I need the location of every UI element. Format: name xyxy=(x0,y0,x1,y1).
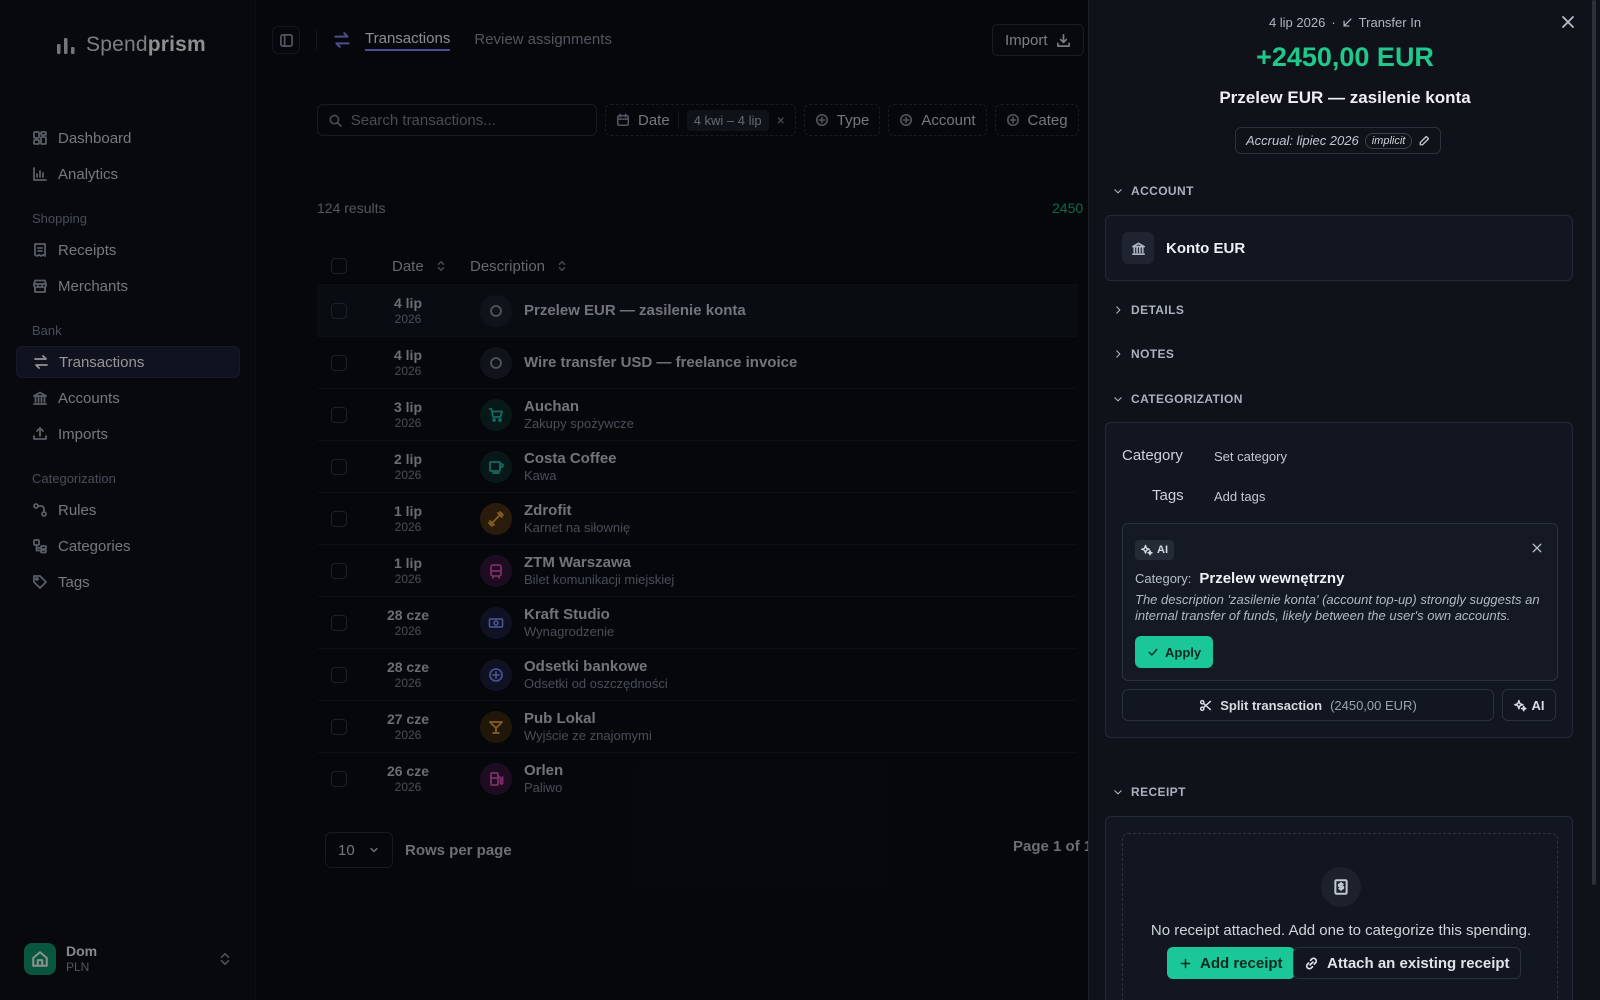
split-transaction-button[interactable]: Split transaction (2450,00 EUR) xyxy=(1122,689,1494,721)
sparkles-icon xyxy=(1141,544,1153,556)
bank-icon xyxy=(1122,232,1154,264)
sparkles-icon xyxy=(1513,699,1527,711)
section-notes-title: NOTES xyxy=(1131,347,1175,361)
attach-existing-receipt-button[interactable]: Attach an existing receipt xyxy=(1293,947,1521,979)
section-receipt-header[interactable]: RECEIPT xyxy=(1113,785,1186,799)
transaction-detail-drawer: 4 lip 2026 · Transfer In +2450,00 EUR Pr… xyxy=(1088,0,1600,1000)
pencil-icon xyxy=(1419,135,1430,145)
accrual-badge: implicit xyxy=(1364,132,1413,149)
ai-category-prefix: Category: xyxy=(1135,571,1192,586)
transaction-meta: 4 lip 2026 · Transfer In xyxy=(1089,15,1600,30)
ai-badge-label: AI xyxy=(1157,544,1168,556)
split-label: Split transaction xyxy=(1220,697,1323,713)
ai-reason: The description 'zasilenie konta' (accou… xyxy=(1135,592,1540,623)
section-receipt-title: RECEIPT xyxy=(1131,785,1186,799)
transaction-title: Przelew EUR — zasilenie konta xyxy=(1219,88,1471,107)
ai-button-label: AI xyxy=(1531,697,1545,713)
section-categorization-header[interactable]: CATEGORIZATION xyxy=(1113,392,1243,406)
categorization-card: Category Set category Tags Add tags AI C… xyxy=(1105,422,1573,738)
account-card[interactable]: Konto EUR xyxy=(1105,215,1573,281)
ai-suggested-category: Category: Przelew wewnętrzny xyxy=(1135,570,1344,587)
chevron-down-icon xyxy=(1114,397,1122,402)
receipt-empty-message: No receipt attached. Add one to categori… xyxy=(1150,922,1532,939)
apply-suggestion-button[interactable]: Apply xyxy=(1135,636,1214,668)
close-icon[interactable] xyxy=(1531,542,1543,554)
accrual-text: Accrual: lipiec 2026 xyxy=(1246,133,1359,148)
section-categorization-title: CATEGORIZATION xyxy=(1131,392,1243,406)
tags-label: Tags xyxy=(1152,487,1184,504)
add-receipt-button[interactable]: Add receipt xyxy=(1167,947,1295,979)
link-icon xyxy=(1305,956,1318,970)
section-details-header[interactable]: DETAILS xyxy=(1113,303,1184,317)
section-notes-header[interactable]: NOTES xyxy=(1113,347,1174,361)
set-category-button[interactable]: Set category xyxy=(1214,449,1287,464)
arrow-down-left-icon xyxy=(1343,18,1352,27)
section-details-title: DETAILS xyxy=(1131,303,1185,317)
add-receipt-label: Add receipt xyxy=(1200,954,1283,972)
split-amount: (2450,00 EUR) xyxy=(1330,697,1417,713)
receipt-dollar-icon xyxy=(1321,867,1361,907)
transaction-date: 4 lip 2026 xyxy=(1268,15,1326,30)
scissors-icon xyxy=(1200,699,1212,711)
category-label: Category xyxy=(1122,447,1183,464)
plus-icon xyxy=(1180,958,1191,968)
add-tags-button[interactable]: Add tags xyxy=(1214,489,1265,504)
ai-categorize-button[interactable]: AI xyxy=(1502,689,1556,721)
chevron-down-icon xyxy=(1114,189,1122,194)
attach-receipt-label: Attach an existing receipt xyxy=(1327,954,1510,972)
ai-badge: AI xyxy=(1135,540,1174,560)
scrollbar[interactable] xyxy=(1592,0,1596,885)
meta-separator: · xyxy=(1331,15,1336,30)
account-name: Konto EUR xyxy=(1166,239,1246,257)
accrual-period-button[interactable]: Accrual: lipiec 2026 implicit xyxy=(1235,127,1442,154)
transaction-type: Transfer In xyxy=(1358,15,1422,30)
section-account-title: ACCOUNT xyxy=(1131,184,1194,198)
apply-label: Apply xyxy=(1165,644,1202,660)
receipt-card: No receipt attached. Add one to categori… xyxy=(1105,816,1573,1000)
ai-category-name: Przelew wewnętrzny xyxy=(1199,570,1345,587)
chevron-right-icon xyxy=(1116,350,1121,358)
chevron-down-icon xyxy=(1114,790,1122,795)
receipt-dropzone[interactable]: No receipt attached. Add one to categori… xyxy=(1122,833,1558,1000)
transaction-amount: +2450,00 EUR xyxy=(1256,42,1434,72)
check-icon xyxy=(1148,648,1158,656)
chevron-right-icon xyxy=(1116,306,1121,314)
section-account-header[interactable]: ACCOUNT xyxy=(1113,184,1194,198)
ai-suggestion-card: AI Category: Przelew wewnętrzny The desc… xyxy=(1122,523,1558,681)
